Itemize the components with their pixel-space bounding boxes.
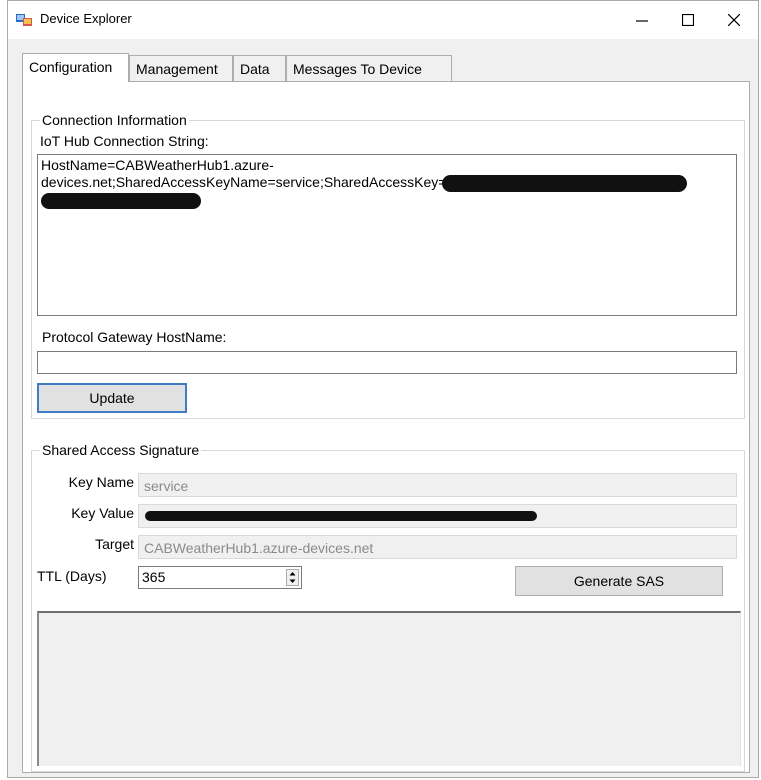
window-title: Device Explorer [40,11,132,26]
ttl-days-stepper[interactable]: 365 [138,566,302,589]
connection-string-line-2: devices.net;SharedAccessKeyName=service;… [41,174,447,190]
key-value-label: Key Value [71,505,134,521]
sas-group-legend: Shared Access Signature [40,442,202,458]
connection-string-label: IoT Hub Connection String: [40,133,209,149]
target-label: Target [95,536,134,552]
device-explorer-window: Device Explorer Configuration Management… [7,0,759,778]
generate-sas-button[interactable]: Generate SAS [515,566,723,596]
configuration-panel: Connection Information IoT Hub Connectio… [22,81,750,773]
shared-access-signature-group: Shared Access Signature Key Name service… [31,442,745,772]
redacted-key-value-mark [145,511,537,521]
update-button[interactable]: Update [37,383,187,413]
connection-information-group: Connection Information IoT Hub Connectio… [31,112,745,419]
protocol-gateway-input[interactable] [37,351,737,374]
redacted-key-mark-2 [41,193,201,210]
key-name-field[interactable]: service [138,473,737,497]
connection-string-line-3-row [41,192,733,210]
device-explorer-icon [16,14,32,26]
maximize-icon [682,14,694,26]
ttl-spin-buttons[interactable] [286,569,299,586]
tab-messages-to-device[interactable]: Messages To Device [286,55,452,81]
connection-string-textarea[interactable]: HostName=CABWeatherHub1.azure- devices.n… [37,154,737,316]
ttl-days-label: TTL (Days) [37,568,107,584]
spin-up-down-icon [289,572,296,583]
tab-configuration[interactable]: Configuration [22,53,129,82]
close-icon [728,14,740,26]
maximize-button[interactable] [666,5,710,35]
connection-group-legend: Connection Information [40,112,189,128]
minimize-icon [636,20,648,22]
connection-string-line-2-row: devices.net;SharedAccessKeyName=service;… [41,174,733,192]
key-name-label: Key Name [68,474,134,490]
minimize-button[interactable] [620,5,664,35]
redacted-key-mark [442,174,688,192]
tab-management[interactable]: Management [129,55,233,81]
ttl-days-value: 365 [142,569,166,585]
protocol-gateway-label: Protocol Gateway HostName: [42,329,227,345]
sas-output-textarea[interactable] [37,611,741,766]
connection-string-line-1: HostName=CABWeatherHub1.azure- [41,157,274,173]
title-bar: Device Explorer [8,1,758,39]
close-button[interactable] [712,5,756,35]
key-value-field[interactable] [138,504,737,528]
tab-data[interactable]: Data [233,55,286,81]
target-field[interactable]: CABWeatherHub1.azure-devices.net [138,535,737,559]
